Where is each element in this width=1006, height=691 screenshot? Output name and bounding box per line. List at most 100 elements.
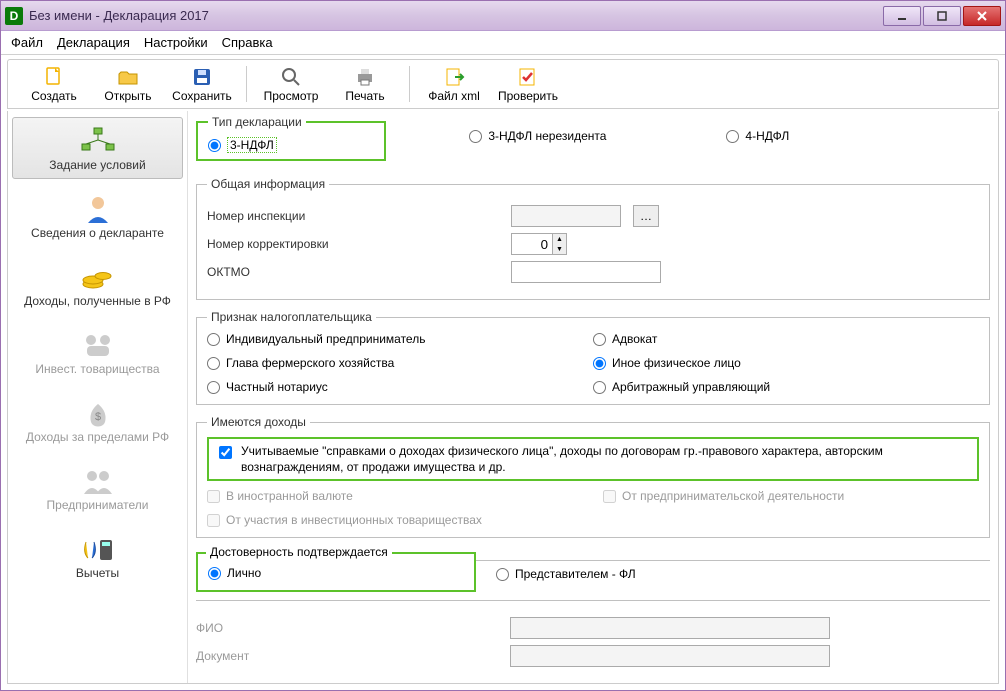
income-highlight: Учитываемые "справками о доходах физичес… — [207, 437, 979, 481]
input-fio[interactable] — [510, 617, 830, 639]
toolbar-check-label: Проверить — [498, 89, 558, 103]
sidebar-item-label: Доходы, полученные в РФ — [24, 294, 171, 308]
credibility-left: Достоверность подтверждается Лично — [196, 552, 476, 592]
input-document[interactable] — [510, 645, 830, 667]
label-oktmo: ОКТМО — [207, 265, 367, 279]
toolbar-check[interactable]: Проверить — [492, 61, 564, 107]
radio-advocate[interactable]: Адвокат — [593, 332, 979, 346]
radio-personal[interactable]: Лично — [208, 566, 464, 580]
radio-notary[interactable]: Частный нотариус — [207, 380, 593, 394]
sidebar-item-label: Инвест. товарищества — [35, 362, 159, 376]
group-icon — [78, 464, 118, 498]
radio-other-phys[interactable]: Иное физическое лицо — [593, 356, 979, 370]
chk-income-entrepreneur[interactable]: От предпринимательской деятельности — [603, 489, 979, 503]
taxpayer-legend: Признак налогоплательщика — [207, 310, 376, 324]
fieldset-general: Общая информация Номер инспекции … Номер… — [196, 177, 990, 300]
decl-type-legend: Тип декларации — [208, 115, 306, 129]
toolbar-xml-label: Файл xml — [428, 89, 480, 103]
radio-3ndfl-nr[interactable]: 3-НДФЛ нерезидента — [469, 129, 606, 143]
radio-3ndfl-nr-input[interactable] — [469, 130, 482, 143]
spin-up[interactable]: ▲ — [552, 234, 566, 244]
close-button[interactable] — [963, 6, 1001, 26]
radio-representative[interactable]: Представителем - ФЛ — [496, 567, 980, 581]
input-oktmo[interactable] — [511, 261, 661, 283]
income-legend: Имеются доходы — [207, 415, 310, 429]
save-icon — [191, 66, 213, 88]
menu-settings[interactable]: Настройки — [144, 35, 208, 50]
label-fio: ФИО — [196, 621, 306, 635]
sidebar-item-income-abroad[interactable]: $ Доходы за пределами РФ — [12, 389, 183, 451]
toolbar-save[interactable]: Сохранить — [166, 61, 238, 107]
sidebar-item-label: Задание условий — [49, 158, 145, 172]
fieldset-income: Имеются доходы Учитываемые "справками о … — [196, 415, 990, 538]
toolbar-create[interactable]: Создать — [18, 61, 90, 107]
input-inspection[interactable] — [511, 205, 621, 227]
sidebar-item-income-rf[interactable]: Доходы, полученные в РФ — [12, 253, 183, 315]
sidebar: Задание условий Сведения о декларанте До… — [8, 111, 188, 683]
button-inspection-lookup[interactable]: … — [633, 205, 659, 227]
label-inspection: Номер инспекции — [207, 209, 367, 223]
radio-3ndfl-nr-label: 3-НДФЛ нерезидента — [488, 129, 606, 143]
radio-4ndfl[interactable]: 4-НДФЛ — [726, 129, 789, 143]
menu-file[interactable]: Файл — [11, 35, 43, 50]
chk-income-foreign[interactable]: В иностранной валюте — [207, 489, 583, 503]
toolbar-xml[interactable]: Файл xml — [418, 61, 490, 107]
radio-farmer[interactable]: Глава фермерского хозяйства — [207, 356, 593, 370]
sidebar-item-label: Предприниматели — [47, 498, 149, 512]
toolbar-open-label: Открыть — [104, 89, 151, 103]
moneybag-icon: $ — [78, 396, 118, 430]
svg-text:$: $ — [94, 411, 100, 423]
toolbar-print-label: Печать — [345, 89, 384, 103]
sidebar-item-deductions[interactable]: Вычеты — [12, 525, 183, 587]
spinner-correction[interactable]: ▲ ▼ — [511, 233, 567, 255]
toolbar-print[interactable]: Печать — [329, 61, 401, 107]
chk-income-invest[interactable]: От участия в инвестиционных товарищества… — [207, 513, 583, 527]
radio-4ndfl-input[interactable] — [726, 130, 739, 143]
titlebar: D Без имени - Декларация 2017 — [1, 1, 1005, 31]
menu-declaration[interactable]: Декларация — [57, 35, 130, 50]
label-correction: Номер корректировки — [207, 237, 367, 251]
new-file-icon — [43, 66, 65, 88]
app-icon: D — [5, 7, 23, 25]
menu-help[interactable]: Справка — [222, 35, 273, 50]
sidebar-item-entrepreneurs[interactable]: Предприниматели — [12, 457, 183, 519]
sidebar-item-declarant[interactable]: Сведения о декларанте — [12, 185, 183, 247]
app-window: D Без имени - Декларация 2017 Файл Декла… — [0, 0, 1006, 691]
diagram-icon — [78, 124, 118, 158]
toolbar-view[interactable]: Просмотр — [255, 61, 327, 107]
toolbar-separator — [409, 66, 410, 102]
spin-down[interactable]: ▼ — [552, 244, 566, 254]
credibility-legend: Достоверность подтверждается — [206, 545, 392, 559]
minimize-button[interactable] — [883, 6, 921, 26]
magnifier-icon — [280, 66, 302, 88]
fieldset-decl-type: Тип декларации 3-НДФЛ — [196, 115, 386, 161]
maximize-button[interactable] — [923, 6, 961, 26]
export-xml-icon — [443, 66, 465, 88]
general-legend: Общая информация — [207, 177, 329, 191]
sidebar-item-label: Доходы за пределами РФ — [26, 430, 169, 444]
main-panel: Тип декларации 3-НДФЛ 3-НДФЛ нерезидента… — [188, 111, 998, 683]
radio-3ndfl-input[interactable] — [208, 139, 221, 152]
radio-3ndfl[interactable]: 3-НДФЛ — [208, 137, 374, 153]
credibility-right: Представителем - ФЛ — [476, 560, 990, 591]
folder-open-icon — [117, 66, 139, 88]
toolbar-open[interactable]: Открыть — [92, 61, 164, 107]
toolbar-create-label: Создать — [31, 89, 77, 103]
toolbar-view-label: Просмотр — [264, 89, 319, 103]
decl-type-rest: 3-НДФЛ нерезидента 4-НДФЛ — [469, 115, 789, 143]
radio-ip[interactable]: Индивидуальный предприниматель — [207, 332, 593, 346]
credibility-block: Достоверность подтверждается Лично Предс… — [196, 552, 990, 592]
radio-arbitr[interactable]: Арбитражный управляющий — [593, 380, 979, 394]
toolbar: Создать Открыть Сохранить Просмотр Печат… — [7, 59, 999, 109]
check-icon — [517, 66, 539, 88]
input-correction[interactable] — [512, 234, 552, 254]
body: Задание условий Сведения о декларанте До… — [7, 111, 999, 684]
radio-4ndfl-label: 4-НДФЛ — [745, 129, 789, 143]
fio-block: ФИО Документ — [196, 600, 990, 667]
person-icon — [78, 192, 118, 226]
chk-income-main[interactable]: Учитываемые "справками о доходах физичес… — [215, 443, 971, 475]
sidebar-item-conditions[interactable]: Задание условий — [12, 117, 183, 179]
toolbar-save-label: Сохранить — [172, 89, 232, 103]
sidebar-item-label: Вычеты — [76, 566, 119, 580]
sidebar-item-invest[interactable]: Инвест. товарищества — [12, 321, 183, 383]
